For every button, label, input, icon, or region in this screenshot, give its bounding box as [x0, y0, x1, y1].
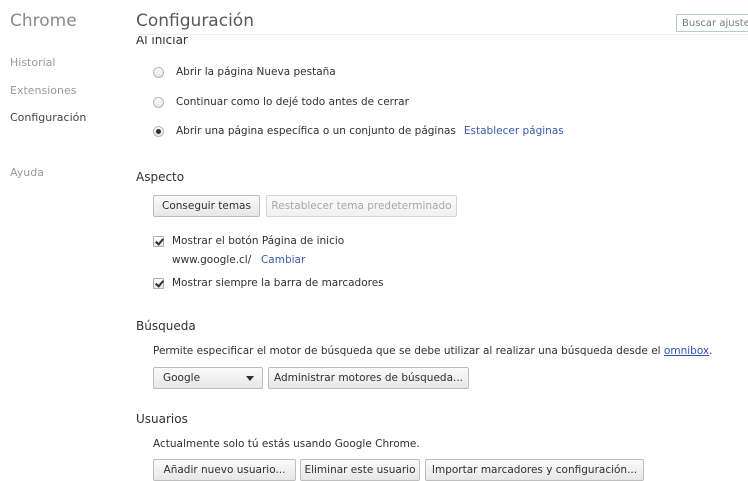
checkbox-checked[interactable] [153, 235, 164, 247]
radio-button[interactable] [153, 66, 164, 78]
startup-heading-text: Al iniciar [136, 36, 188, 44]
checkbox-label: Mostrar siempre la barra de marcadores [172, 277, 384, 289]
search-description-period: . [709, 345, 713, 357]
home-page-url: www.google.cl/ [172, 254, 252, 266]
header-divider [136, 34, 748, 35]
sidebar-item-ayuda[interactable]: Ayuda [10, 166, 44, 179]
import-bookmarks-button[interactable]: Importar marcadores y configuración... [425, 459, 644, 481]
search-engine-value: Google [163, 372, 201, 384]
set-pages-link[interactable]: Establecer páginas [464, 125, 564, 137]
show-home-button-option[interactable]: Mostrar el botón Página de inicio [153, 234, 344, 248]
home-page-url-row: www.google.cl/ Cambiar [172, 254, 305, 266]
manage-search-engines-button[interactable]: Administrar motores de búsqueda... [268, 367, 469, 389]
radio-label: Abrir la página Nueva pestaña [176, 66, 336, 78]
radio-label: Continuar como lo dejé todo antes de cer… [176, 96, 409, 108]
search-input[interactable]: Buscar ajustes [676, 14, 748, 32]
reset-theme-button[interactable]: Restablecer tema predeterminado [266, 195, 457, 217]
startup-option-specific-pages[interactable]: Abrir una página específica o un conjunt… [153, 123, 564, 139]
remove-user-button[interactable]: Eliminar este usuario [300, 459, 420, 481]
show-bookmarks-bar-option[interactable]: Mostrar siempre la barra de marcadores [153, 276, 384, 290]
omnibox-link[interactable]: omnibox [664, 345, 709, 357]
startup-option-new-tab[interactable]: Abrir la página Nueva pestaña [153, 64, 336, 80]
startup-option-continue[interactable]: Continuar como lo dejé todo antes de cer… [153, 94, 409, 110]
page-title: Configuración [136, 11, 254, 31]
add-user-button[interactable]: Añadir nuevo usuario... [153, 459, 296, 481]
chevron-down-icon [246, 376, 254, 381]
search-description-text: Permite especificar el motor de búsqueda… [153, 345, 661, 357]
checkbox-checked[interactable] [153, 277, 164, 289]
search-heading: Búsqueda [136, 319, 196, 333]
search-description: Permite especificar el motor de búsqueda… [153, 345, 713, 357]
radio-label: Abrir una página específica o un conjunt… [176, 125, 456, 137]
sidebar-item-historial[interactable]: Historial [10, 56, 55, 69]
get-themes-button[interactable]: Conseguir temas [153, 195, 260, 217]
users-description: Actualmente solo tú estás usando Google … [153, 438, 420, 450]
app-brand: Chrome [10, 11, 77, 31]
sidebar-item-configuracion[interactable]: Configuración [10, 111, 86, 124]
change-home-link[interactable]: Cambiar [261, 254, 305, 266]
radio-button[interactable] [153, 96, 164, 108]
checkbox-label: Mostrar el botón Página de inicio [172, 235, 345, 247]
users-heading: Usuarios [136, 412, 188, 426]
sidebar-item-extensiones[interactable]: Extensiones [10, 84, 77, 97]
startup-heading: Al iniciar [136, 36, 256, 44]
radio-button-checked[interactable] [153, 125, 164, 137]
search-engine-select[interactable]: Google [153, 367, 263, 389]
appearance-heading: Aspecto [136, 170, 185, 184]
